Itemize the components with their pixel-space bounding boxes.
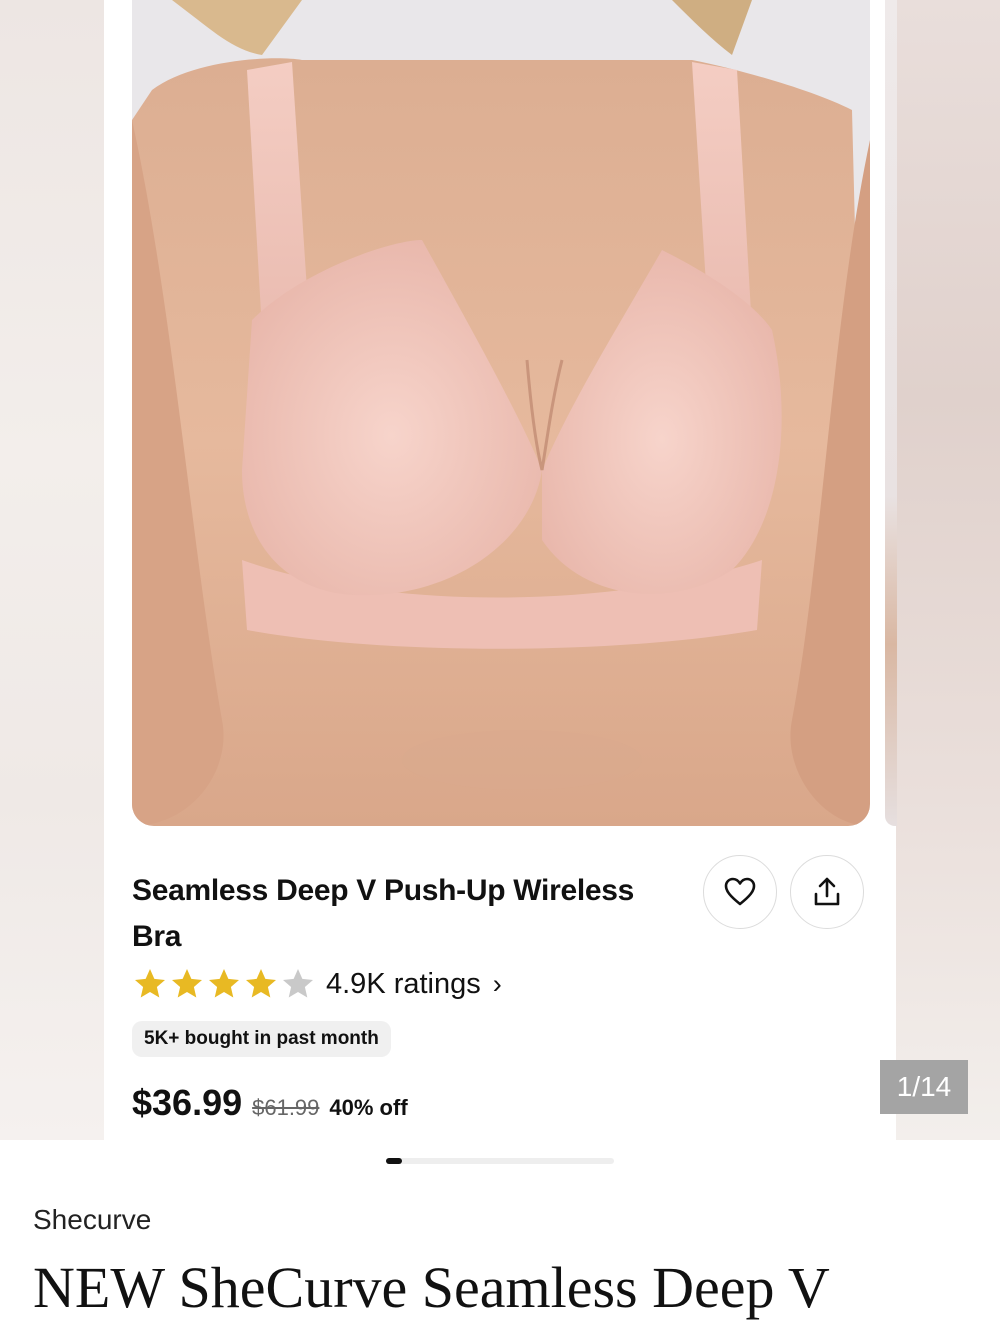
product-hero-image[interactable] xyxy=(132,0,870,826)
carousel-progress-fill xyxy=(386,1158,402,1164)
image-counter: 1/14 xyxy=(880,1060,968,1114)
chevron-right-icon[interactable]: › xyxy=(493,969,502,1000)
carousel-progress xyxy=(386,1158,614,1164)
favorite-button[interactable] xyxy=(703,855,777,929)
rating-row[interactable]: 4.9K ratings › xyxy=(132,962,502,1006)
ratings-count[interactable]: 4.9K ratings xyxy=(326,968,481,1001)
product-screenshot-card[interactable]: Seamless Deep V Push-Up Wireless Bra 4.9… xyxy=(104,0,897,1140)
bought-badge: 5K+ bought in past month xyxy=(132,1021,391,1057)
bra-product-photo xyxy=(132,0,870,826)
price-row: $36.99 $61.99 40% off xyxy=(132,1082,408,1124)
current-price: $36.99 xyxy=(132,1082,243,1123)
original-price: $61.99 xyxy=(252,1095,320,1120)
discount-label: 40% off xyxy=(329,1095,408,1120)
share-button[interactable] xyxy=(790,855,864,929)
heart-icon xyxy=(724,877,756,906)
listing-title: NEW SheCurve Seamless Deep V xyxy=(33,1255,830,1320)
star-filled-icon xyxy=(135,969,165,998)
blurred-previous-image xyxy=(0,0,104,1140)
star-rating xyxy=(132,966,316,1002)
star-filled-icon xyxy=(246,969,276,998)
blurred-next-image xyxy=(896,0,1000,1140)
share-icon xyxy=(814,877,840,906)
seller-name[interactable]: Shecurve xyxy=(33,1204,151,1236)
star-filled-icon xyxy=(172,969,202,998)
star-filled-icon xyxy=(209,969,239,998)
next-image-peek[interactable] xyxy=(885,0,897,826)
product-title: Seamless Deep V Push-Up Wireless Bra xyxy=(132,874,635,953)
star-empty-icon xyxy=(283,969,313,998)
